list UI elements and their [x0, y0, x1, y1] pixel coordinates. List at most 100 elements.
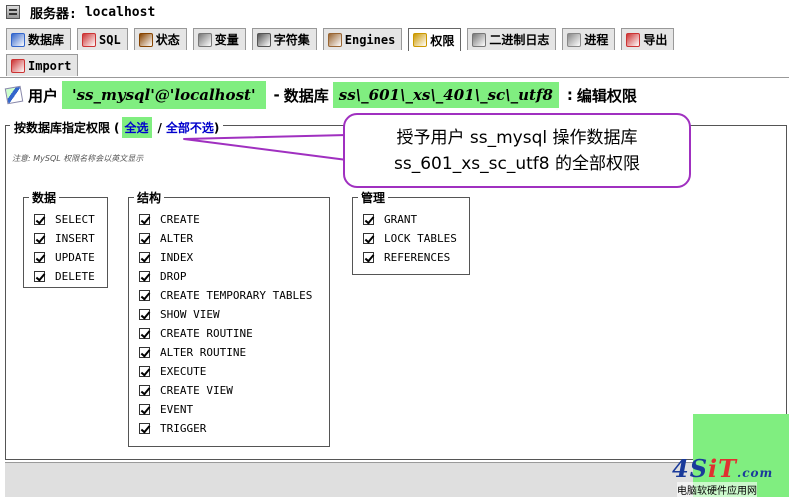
callout-line-2: ss_601_xs_sc_utf8 的全部权限 — [394, 153, 640, 174]
engines-icon — [327, 32, 342, 47]
privilege-checkbox[interactable] — [139, 271, 150, 282]
privilege-insert: INSERT — [34, 232, 95, 245]
privilege-checkbox[interactable] — [363, 233, 374, 244]
privilege-alter: ALTER — [139, 232, 193, 245]
privilege-checkbox[interactable] — [139, 214, 150, 225]
export-icon — [626, 32, 641, 47]
tab-label: SQL — [99, 32, 121, 47]
privilege-label[interactable]: REFERENCES — [384, 251, 450, 264]
privilege-label[interactable]: INDEX — [160, 251, 193, 264]
privilege-label[interactable]: EXECUTE — [160, 365, 206, 378]
charset-icon — [256, 32, 271, 47]
tab-binlog[interactable]: 二进制日志 — [467, 28, 557, 50]
privilege-label[interactable]: DROP — [160, 270, 187, 283]
tab-database[interactable]: 数据库 — [6, 28, 72, 50]
heading-colon: : — [566, 86, 573, 104]
watermark-logo-it: iT — [708, 454, 738, 483]
edit-pen-icon — [4, 85, 24, 105]
privilege-checkbox[interactable] — [139, 423, 150, 434]
privilege-checkbox[interactable] — [139, 404, 150, 415]
privilege-checkbox[interactable] — [139, 366, 150, 377]
user-label: 用户 — [28, 86, 59, 105]
heading-action: 编辑权限 — [576, 86, 637, 105]
privilege-label[interactable]: LOCK TABLES — [384, 232, 457, 245]
tab-engines[interactable]: Engines — [322, 28, 403, 50]
tab-label: 二进制日志 — [489, 33, 550, 47]
tab-import[interactable]: Import — [6, 54, 79, 76]
privilege-delete: DELETE — [34, 270, 95, 283]
privilege-checkbox[interactable] — [363, 214, 374, 225]
privilege-label[interactable]: EVENT — [160, 403, 193, 416]
privilege-checkbox[interactable] — [34, 233, 45, 244]
privilege-checkbox[interactable] — [34, 252, 45, 263]
status-icon — [138, 32, 153, 47]
tab-privileges[interactable]: 权限 — [408, 28, 462, 51]
user-name[interactable]: 'ss_mysql'@'localhost' — [62, 81, 266, 109]
watermark-logo: 4SiT.com 电脑软硬件应用网 — [672, 452, 789, 497]
tab-status[interactable]: 状态 — [133, 28, 187, 50]
import-icon — [11, 58, 25, 73]
binlog-icon — [472, 32, 487, 47]
heading-dash: - — [273, 86, 280, 104]
privilege-execute: EXECUTE — [139, 365, 206, 378]
privilege-label[interactable]: GRANT — [384, 213, 417, 226]
watermark-logo-text: 4SiT.com — [672, 454, 773, 483]
uncheck-all-link[interactable]: 全部不选 — [166, 119, 214, 136]
tab-processes[interactable]: 进程 — [562, 28, 616, 50]
slash-separator: / — [157, 120, 162, 135]
privilege-checkbox[interactable] — [139, 385, 150, 396]
privilege-label[interactable]: CREATE — [160, 213, 200, 226]
privilege-label[interactable]: INSERT — [55, 232, 95, 245]
server-label: 服务器: — [30, 6, 77, 22]
privilege-checkbox[interactable] — [363, 252, 374, 263]
tab-row-1: 数据库 SQL 状态 变量 字符集 Engines 权限 二进制日志 进程 导出 — [0, 28, 675, 51]
privilege-checkbox[interactable] — [34, 271, 45, 282]
tab-charset[interactable]: 字符集 — [251, 28, 317, 50]
server-name-link[interactable]: localhost — [85, 5, 155, 20]
watermark-subtitle: 电脑软硬件应用网 — [677, 482, 757, 497]
privilege-drop: DROP — [139, 270, 187, 283]
privilege-label[interactable]: SHOW VIEW — [160, 308, 220, 321]
privilege-label[interactable]: CREATE ROUTINE — [160, 327, 253, 340]
data-group-title: 数据 — [29, 189, 60, 206]
check-all-link[interactable]: 全选 — [121, 117, 152, 138]
tab-label: 变量 — [214, 33, 239, 47]
privilege-checkbox[interactable] — [139, 328, 150, 339]
privilege-checkbox[interactable] — [139, 309, 150, 320]
privilege-checkbox[interactable] — [139, 252, 150, 263]
privilege-label[interactable]: ALTER ROUTINE — [160, 346, 246, 359]
tab-label: 进程 — [584, 33, 609, 47]
privilege-label[interactable]: CREATE TEMPORARY TABLES — [160, 289, 312, 302]
tab-variables[interactable]: 变量 — [192, 28, 246, 50]
privilege-checkbox[interactable] — [34, 214, 45, 225]
privilege-event: EVENT — [139, 403, 193, 416]
privilege-show-view: SHOW VIEW — [139, 308, 220, 321]
privilege-select: SELECT — [34, 213, 95, 226]
privilege-checkbox[interactable] — [139, 347, 150, 358]
privilege-label[interactable]: ALTER — [160, 232, 193, 245]
privilege-label[interactable]: SELECT — [55, 213, 95, 226]
section-title: 按数据库指定权限 — [14, 121, 111, 135]
watermark-logo-com: .com — [737, 466, 774, 480]
privilege-label[interactable]: TRIGGER — [160, 422, 206, 435]
privilege-label[interactable]: CREATE VIEW — [160, 384, 233, 397]
tab-label: 状态 — [155, 33, 180, 47]
privilege-update: UPDATE — [34, 251, 95, 264]
structure-group-title: 结构 — [134, 189, 165, 206]
database-name[interactable]: ss\_601\_xs\_401\_sc\_utf8 — [332, 82, 559, 108]
privilege-create-routine: CREATE ROUTINE — [139, 327, 253, 340]
annotation-callout: 授予用户 ss_mysql 操作数据库 ss_601_xs_sc_utf8 的全… — [343, 113, 691, 188]
db-privileges-legend: 按数据库指定权限 ( 全选 / 全部不选 ) — [10, 117, 224, 138]
open-paren: ( — [114, 120, 120, 135]
privilege-checkbox[interactable] — [139, 290, 150, 301]
tab-label: 字符集 — [273, 33, 310, 47]
privilege-references: REFERENCES — [363, 251, 450, 264]
privilege-checkbox[interactable] — [139, 233, 150, 244]
tab-sql[interactable]: SQL — [77, 28, 128, 50]
privilege-label[interactable]: DELETE — [55, 270, 95, 283]
tab-export[interactable]: 导出 — [621, 28, 675, 50]
privilege-label[interactable]: UPDATE — [55, 251, 95, 264]
tab-label: 数据库 — [28, 33, 65, 47]
sql-icon — [82, 32, 97, 47]
privilege-trigger: TRIGGER — [139, 422, 206, 435]
